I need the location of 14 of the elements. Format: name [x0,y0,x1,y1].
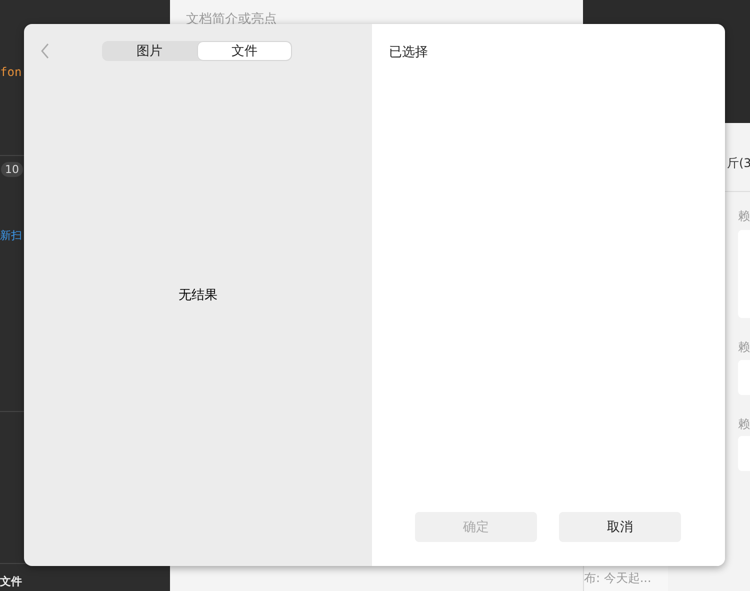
panel-heading: 斤(3 [727,155,750,172]
item-label: 赖 [738,339,750,356]
back-icon[interactable] [40,43,50,59]
item-label: 赖 [738,208,750,225]
link-text[interactable]: 新扫 [0,228,22,243]
pane-heading: 已选择 [388,44,429,61]
cancel-button[interactable]: 取消 [559,512,681,542]
item-label: 赖 [738,416,750,433]
tab[interactable]: 文件 [197,41,292,61]
footer-title: 文件 [0,574,22,589]
empty-message: 无结果 [178,287,218,304]
code-text: fon [0,65,22,79]
tab[interactable]: 图片 [102,41,197,61]
status-text: 布: 今天起... [584,570,652,587]
